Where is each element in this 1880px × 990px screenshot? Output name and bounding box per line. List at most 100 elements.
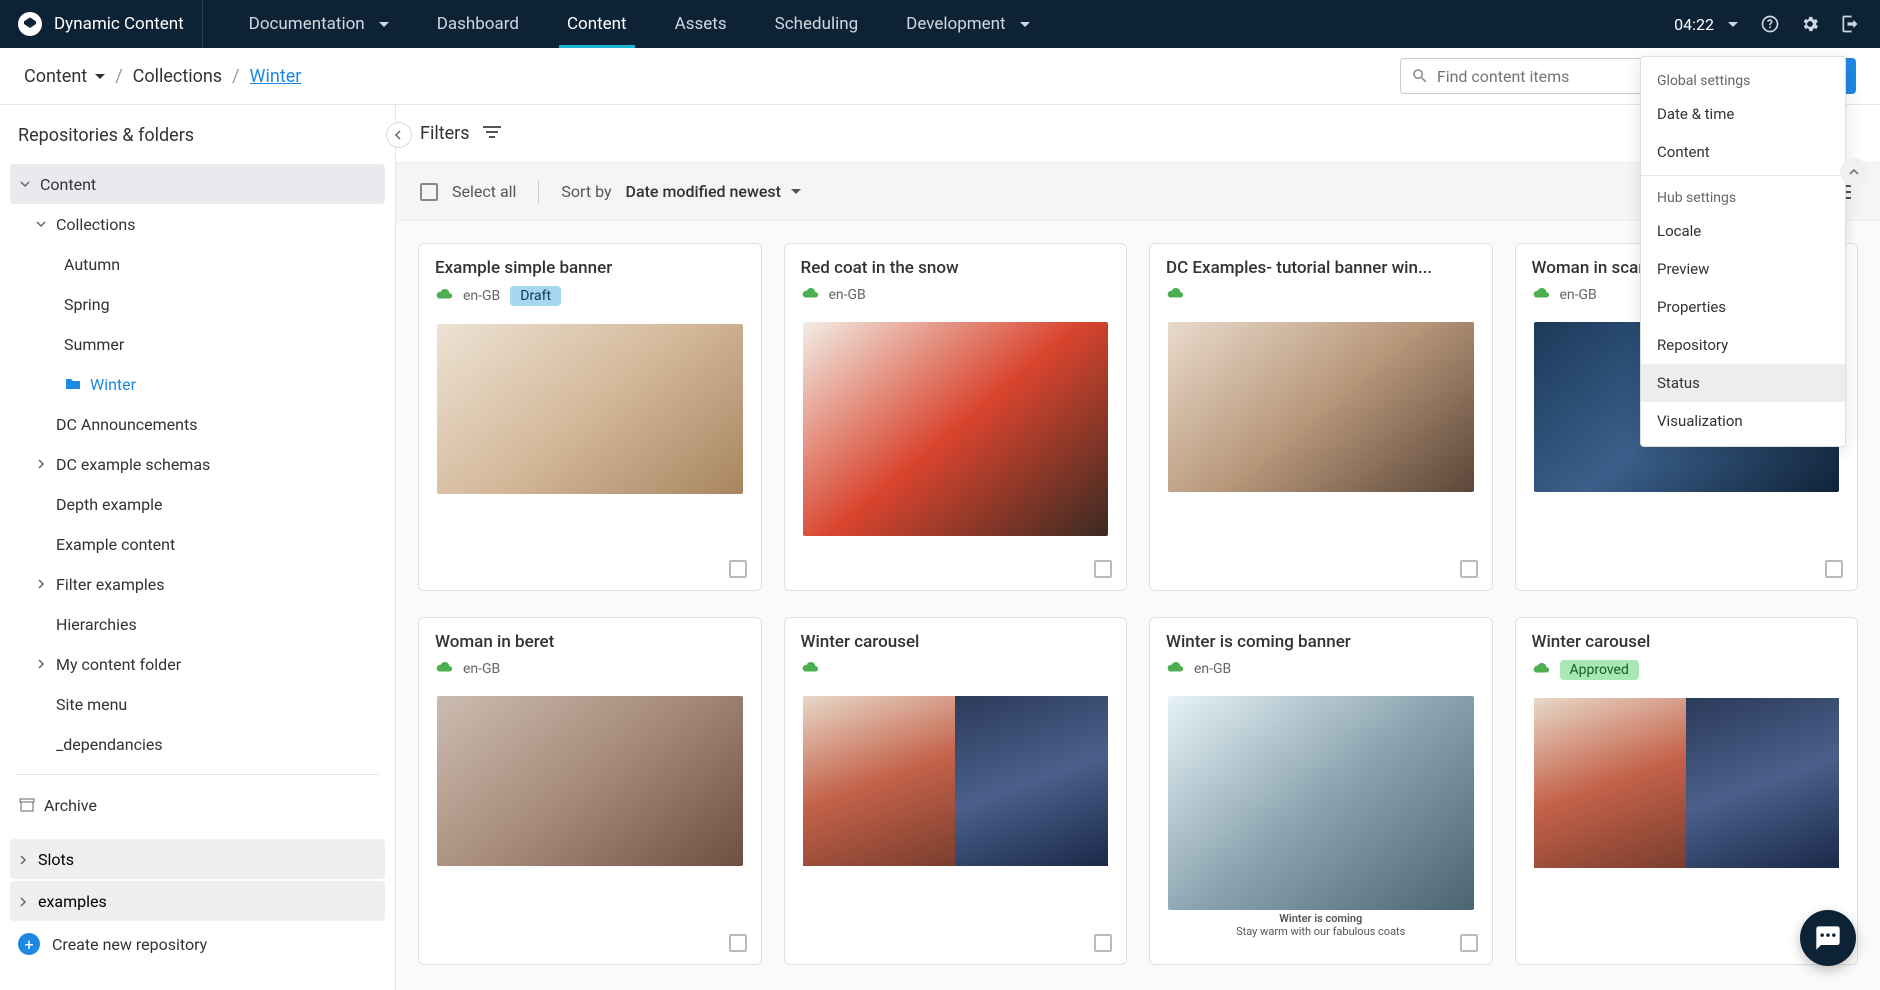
breadcrumb-current[interactable]: Winter — [250, 66, 302, 87]
chat-fab[interactable] — [1800, 910, 1856, 966]
dropdown-date-time[interactable]: Date & time — [1641, 95, 1845, 133]
card-meta — [801, 660, 1111, 678]
dropdown-content[interactable]: Content — [1641, 133, 1845, 171]
card-thumbnail — [437, 324, 743, 494]
chevron-right-icon — [18, 892, 28, 911]
card-title: Winter carousel — [801, 632, 1111, 652]
content-card[interactable]: Red coat in the snowen-GB — [784, 243, 1128, 591]
content-card[interactable]: Winter carousel — [784, 617, 1128, 965]
tree-content[interactable]: Content — [10, 164, 385, 204]
tree-content-label: Content — [40, 175, 96, 194]
repo-examples[interactable]: examples — [10, 881, 385, 921]
dropdown-status[interactable]: Status — [1641, 364, 1845, 402]
tree-dc-announcements[interactable]: DC Announcements — [10, 404, 385, 444]
tree-example-content[interactable]: Example content — [10, 524, 385, 564]
card-meta: en-GB — [435, 660, 745, 678]
tree-spring-label: Spring — [64, 295, 110, 314]
card-locale: en-GB — [463, 288, 500, 304]
tree-hierarchies[interactable]: Hierarchies — [10, 604, 385, 644]
tree-label: Hierarchies — [56, 615, 137, 634]
tree-winter[interactable]: Winter — [10, 364, 385, 404]
chevron-down-icon — [18, 179, 32, 189]
collapse-sidebar-button[interactable] — [386, 122, 412, 148]
nav-dashboard[interactable]: Dashboard — [419, 0, 537, 48]
nav-time-selector[interactable]: 04:22 — [1664, 15, 1748, 34]
tree-spring[interactable]: Spring — [10, 284, 385, 324]
card-header: Red coat in the snowen-GB — [785, 244, 1127, 312]
nav-documentation[interactable]: Documentation — [231, 0, 407, 48]
repo-slots[interactable]: Slots — [10, 839, 385, 879]
nav-development[interactable]: Development — [888, 0, 1047, 48]
card-select-checkbox[interactable] — [1460, 934, 1478, 952]
content-card[interactable]: Winter carouselApproved — [1515, 617, 1859, 965]
card-header: Winter carousel — [785, 618, 1127, 686]
tree-label: Filter examples — [56, 575, 165, 594]
tree-summer[interactable]: Summer — [10, 324, 385, 364]
tree-filter-examples[interactable]: Filter examples — [10, 564, 385, 604]
filter-icon[interactable] — [482, 124, 502, 143]
tree-site-menu[interactable]: Site menu — [10, 684, 385, 724]
card-select-checkbox[interactable] — [1460, 560, 1478, 578]
tree-label: DC Announcements — [56, 415, 197, 434]
help-icon[interactable] — [1752, 6, 1788, 42]
select-all-checkbox[interactable] — [420, 183, 438, 201]
plus-icon: + — [18, 933, 40, 955]
tree-collections-label: Collections — [56, 215, 136, 234]
nav-scheduling[interactable]: Scheduling — [757, 0, 877, 48]
tree-dependancies[interactable]: _dependancies — [10, 724, 385, 764]
card-title: Example simple banner — [435, 258, 745, 278]
sidebar: Repositories & folders Content Collectio… — [0, 105, 396, 990]
tree-archive[interactable]: Archive — [10, 785, 385, 825]
card-select-checkbox[interactable] — [729, 560, 747, 578]
dropdown-locale[interactable]: Locale — [1641, 212, 1845, 250]
sort-selector[interactable]: Date modified newest — [626, 182, 801, 201]
tree-dc-example-schemas[interactable]: DC example schemas — [10, 444, 385, 484]
breadcrumb-collections[interactable]: Collections — [133, 66, 222, 87]
card-select-checkbox[interactable] — [729, 934, 747, 952]
dropdown-close-toggle[interactable] — [1840, 158, 1868, 186]
tree-summer-label: Summer — [64, 335, 124, 354]
tree-label: DC example schemas — [56, 455, 210, 474]
card-locale: en-GB — [829, 287, 866, 303]
content-card[interactable]: DC Examples- tutorial banner win... — [1149, 243, 1493, 591]
settings-dropdown: Global settings Date & time Content Hub … — [1640, 56, 1846, 447]
card-title: DC Examples- tutorial banner win... — [1166, 258, 1476, 278]
card-meta: en-GB — [801, 286, 1111, 304]
tree-autumn[interactable]: Autumn — [10, 244, 385, 284]
breadcrumb: Content / Collections / Winter — [24, 66, 301, 87]
dropdown-repository[interactable]: Repository — [1641, 326, 1845, 364]
sidebar-title: Repositories & folders — [18, 125, 385, 146]
sort-value-label: Date modified newest — [626, 182, 781, 201]
nav-documentation-label: Documentation — [249, 14, 365, 34]
tree-depth-example[interactable]: Depth example — [10, 484, 385, 524]
chevron-right-icon — [34, 579, 48, 589]
card-title: Winter is coming banner — [1166, 632, 1476, 652]
content-card[interactable]: Example simple banneren-GBDraft — [418, 243, 762, 591]
logout-icon[interactable] — [1832, 6, 1868, 42]
nav-content[interactable]: Content — [549, 0, 645, 48]
dropdown-visualization[interactable]: Visualization — [1641, 402, 1845, 440]
card-select-checkbox[interactable] — [1094, 560, 1112, 578]
settings-icon[interactable] — [1792, 6, 1828, 42]
chevron-right-icon — [34, 459, 48, 469]
create-repo-button[interactable]: + Create new repository — [10, 923, 385, 965]
tree-collections[interactable]: Collections — [10, 204, 385, 244]
nav-time-label: 04:22 — [1674, 15, 1714, 34]
dropdown-properties[interactable]: Properties — [1641, 288, 1845, 326]
card-promo-text: Winter is comingStay warm with our fabul… — [1150, 912, 1492, 938]
select-all-label: Select all — [452, 182, 516, 201]
card-select-checkbox[interactable] — [1825, 560, 1843, 578]
nav-assets[interactable]: Assets — [657, 0, 745, 48]
archive-icon — [18, 798, 36, 812]
breadcrumb-root[interactable]: Content — [24, 66, 105, 87]
content-card[interactable]: Woman in bereten-GB — [418, 617, 762, 965]
dropdown-preview[interactable]: Preview — [1641, 250, 1845, 288]
card-thumbnail — [1168, 696, 1474, 910]
folder-icon — [64, 377, 82, 391]
card-select-checkbox[interactable] — [1094, 934, 1112, 952]
cloud-icon — [801, 286, 819, 304]
tree-my-content-folder[interactable]: My content folder — [10, 644, 385, 684]
content-card[interactable]: Winter is coming banneren-GBWinter is co… — [1149, 617, 1493, 965]
nav-content-label: Content — [567, 14, 627, 34]
create-repo-label: Create new repository — [52, 935, 207, 954]
